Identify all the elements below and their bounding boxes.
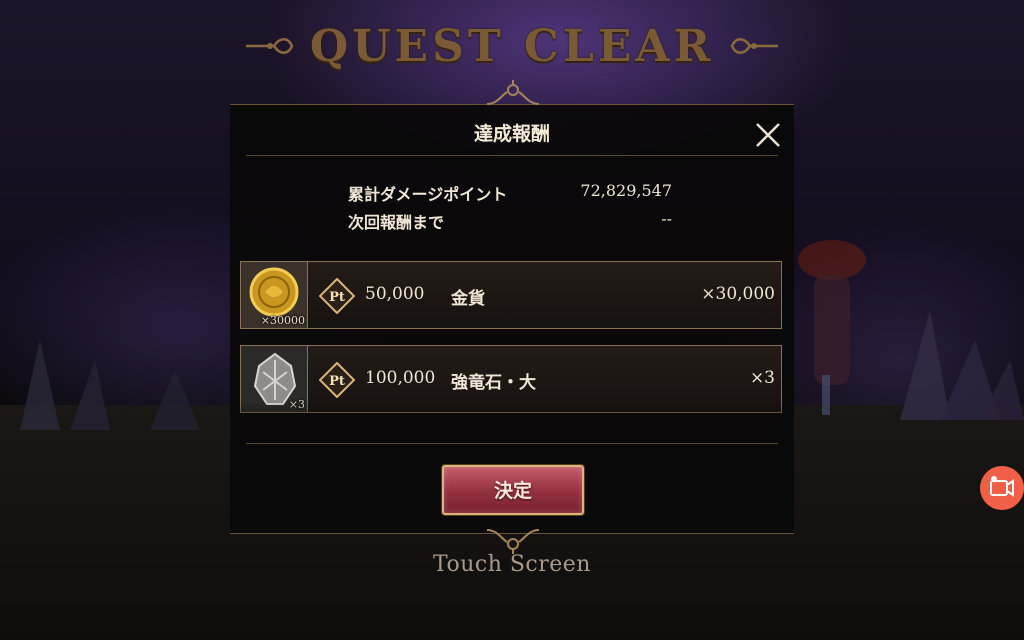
reward-item-icon: ×30000 [240, 261, 308, 329]
reward-points: 100,000 [365, 368, 436, 388]
screen-record-button[interactable] [980, 466, 1024, 510]
flourish-left-icon [245, 38, 294, 54]
reward-row: ×30000 Pt 50,000 金貨 ×30,000 [240, 261, 782, 329]
touch-screen-prompt[interactable]: Touch Screen [0, 552, 1024, 577]
character-silhouette [798, 240, 866, 415]
confirm-label: 決定 [493, 480, 532, 502]
crystal-cluster-left [20, 340, 200, 430]
flourish-right-icon [730, 38, 779, 54]
quest-clear-title: QUEST CLEAR [309, 20, 715, 72]
reward-icon-qty: ×30000 [260, 314, 305, 327]
svg-text:Pt: Pt [329, 290, 345, 305]
confirm-button[interactable]: 決定 [438, 461, 588, 519]
next-reward-label: 次回報酬まで [348, 213, 445, 232]
quest-clear-banner: QUEST CLEAR [240, 18, 784, 74]
reward-name: 金貨 [451, 289, 485, 309]
reward-name: 強竜石・大 [451, 373, 536, 393]
next-reward-value: -- [661, 209, 672, 228]
list-fade [240, 401, 782, 441]
screen-record-icon [990, 476, 1014, 497]
total-damage-value: 72,829,547 [580, 181, 672, 200]
divider-bottom [246, 443, 778, 444]
svg-text:Pt: Pt [329, 374, 345, 389]
ornament-top-icon [486, 80, 540, 105]
divider-top [246, 155, 778, 156]
reward-dialog: 達成報酬 累計ダメージポイント 72,829,547 次回報酬まで -- ×30… [230, 104, 794, 534]
reward-count: ×30,000 [701, 284, 775, 304]
dialog-title: 達成報酬 [473, 123, 550, 145]
total-damage-label: 累計ダメージポイント [348, 185, 508, 204]
reward-points: 50,000 [365, 284, 425, 304]
close-icon[interactable] [752, 119, 784, 151]
crystal-cluster-right [900, 310, 1024, 420]
reward-count: ×3 [749, 368, 775, 388]
pt-badge-icon: Pt [319, 362, 355, 398]
pt-badge-icon: Pt [319, 278, 355, 314]
